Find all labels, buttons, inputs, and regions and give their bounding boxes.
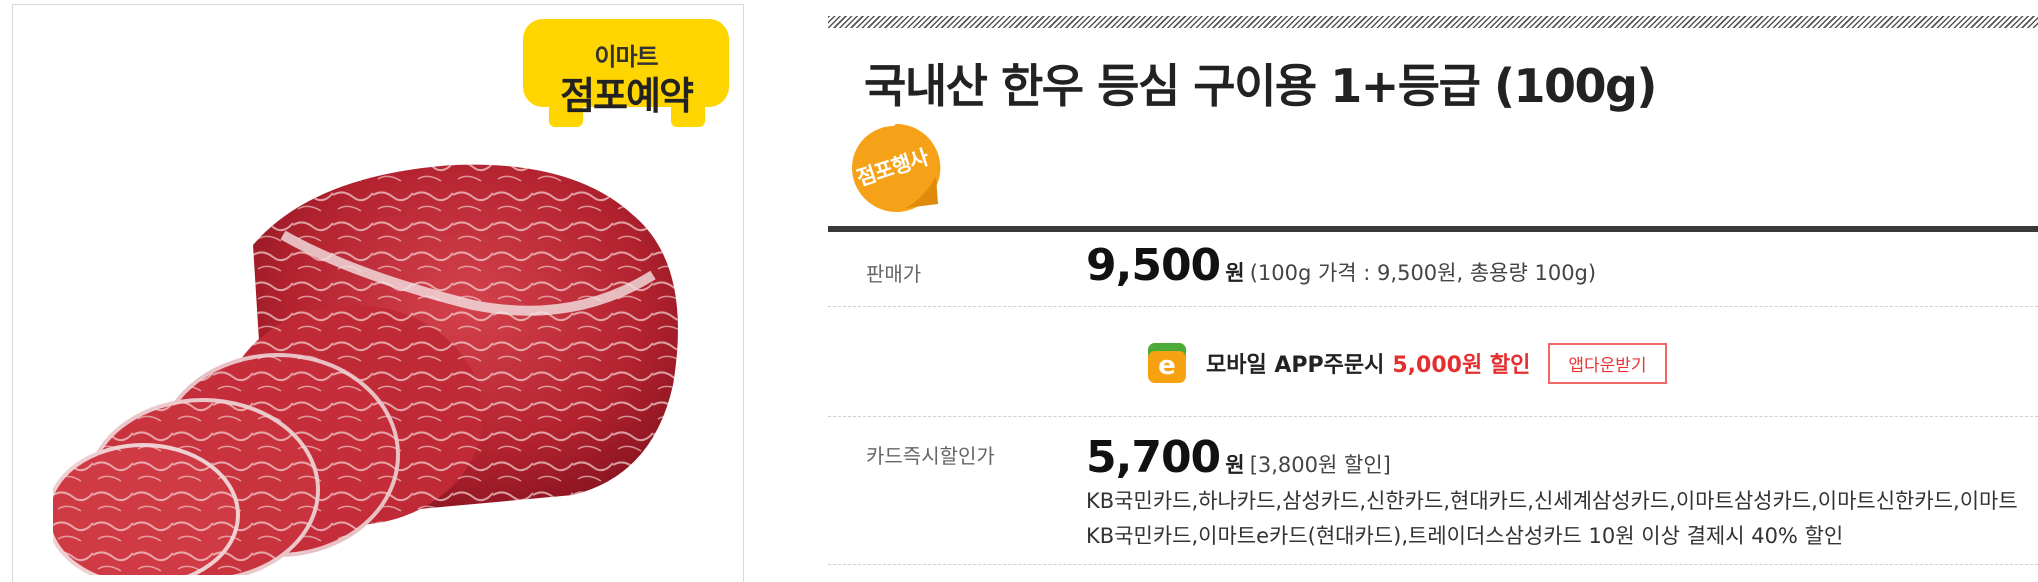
card-price-amount: 5,700 xyxy=(1086,432,1221,483)
dashed-divider xyxy=(828,564,2038,565)
price-row: 9,500 원 (100g 가격 : 9,500원, 총용량 100g) xyxy=(1086,240,1596,291)
store-event-badge: 점포행사 xyxy=(846,118,946,218)
product-image-panel[interactable]: 이마트 점포예약 xyxy=(12,4,744,582)
card-price-row: 5,700 원 [3,800원 할인] xyxy=(1086,432,1391,483)
price-detail: (100g 가격 : 9,500원, 총용량 100g) xyxy=(1249,261,1597,285)
app-discount-amount: 5,000원 할인 xyxy=(1392,353,1531,378)
price-amount: 9,500 xyxy=(1086,240,1221,291)
emart-app-icon: e xyxy=(1148,343,1186,383)
beef-image xyxy=(53,164,678,575)
price-label: 판매가 xyxy=(866,262,922,286)
app-download-button[interactable]: 앱다운받기 xyxy=(1548,342,1667,384)
card-price-label: 카드즉시할인가 xyxy=(866,444,995,468)
app-discount-row: e 모바일 APP주문시 5,000원 할인 앱다운받기 xyxy=(1148,340,1667,386)
card-discount: [3,800원 할인] xyxy=(1249,453,1391,477)
divider xyxy=(828,226,2038,232)
badge-line2: 점포예약 xyxy=(560,74,694,118)
product-title: 국내산 한우 등심 구이용 1+등급 (100g) xyxy=(864,59,1657,113)
emart-store-reservation-badge: 이마트 점포예약 xyxy=(521,15,743,133)
dashed-divider xyxy=(828,416,2038,417)
card-price-unit: 원 xyxy=(1225,453,1245,477)
decorative-stripe xyxy=(828,16,2038,28)
app-order-text: 모바일 APP주문시 xyxy=(1206,353,1385,378)
product-info-panel: 국내산 한우 등심 구이용 1+등급 (100g) 점포행사 판매가 9,500… xyxy=(828,0,2038,582)
price-unit: 원 xyxy=(1225,261,1245,285)
card-discount-note: KB국민카드,하나카드,삼성카드,신한카드,현대카드,신세계삼성카드,이마트삼성… xyxy=(1086,489,2018,548)
dashed-divider xyxy=(828,306,2038,307)
